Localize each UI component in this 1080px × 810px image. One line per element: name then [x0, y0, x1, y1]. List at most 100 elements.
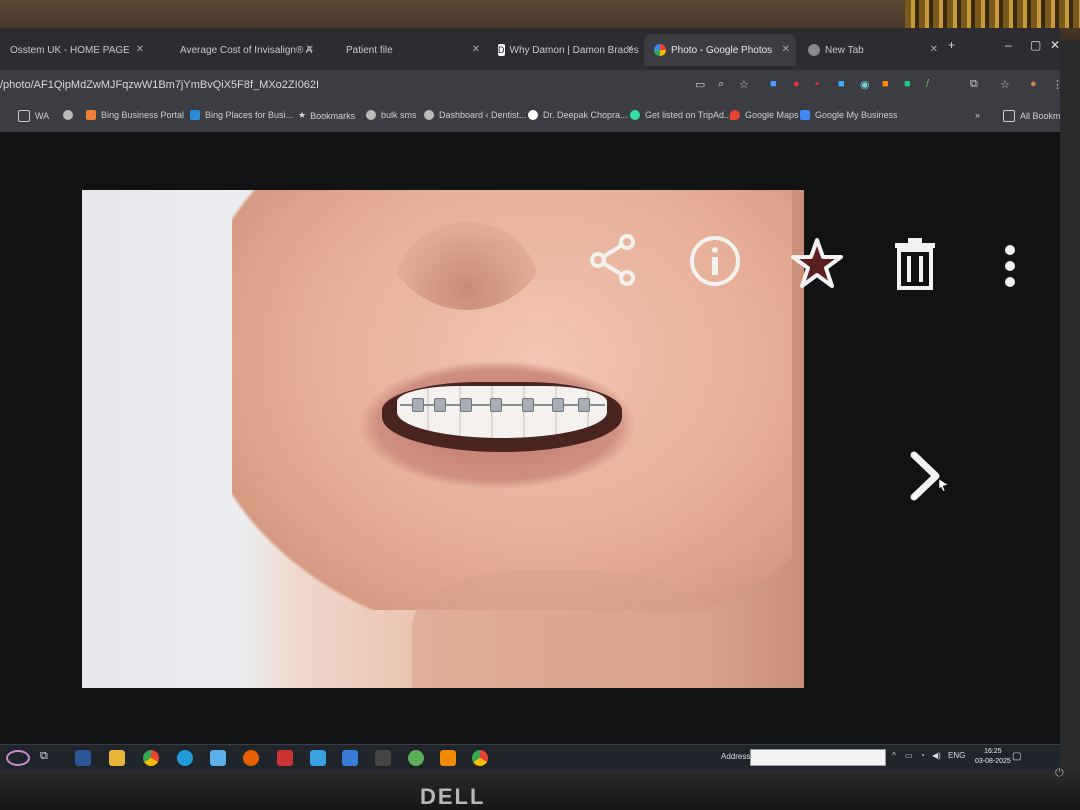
tab-label: Osstem UK - HOME PAGE [10, 44, 130, 56]
close-icon[interactable]: ✕ [930, 44, 938, 55]
file-explorer-icon[interactable] [109, 750, 125, 766]
taskbar-clock[interactable]: 16:25 03-08-2025 [975, 747, 1011, 767]
bing-icon [190, 110, 200, 120]
firefox-icon[interactable] [243, 750, 259, 766]
power-icon[interactable]: ⏻ [1055, 767, 1064, 780]
word-icon[interactable] [75, 750, 91, 766]
clock-time: 16:25 [984, 748, 1002, 755]
tab-google-photos[interactable]: Photo - Google Photos ✕ [644, 34, 796, 66]
folder-icon [1003, 110, 1015, 122]
profile-avatar-icon[interactable]: ● [1030, 78, 1037, 90]
cast-icon[interactable]: ▭ [695, 78, 705, 91]
bookmark-label: Bookmarks [310, 110, 356, 121]
bookmark-tripadvisor[interactable]: Get listed on TripAd... [630, 110, 732, 120]
close-icon[interactable]: ✕ [306, 44, 314, 55]
trash-icon[interactable] [892, 236, 938, 292]
language-indicator[interactable]: ENG [948, 751, 965, 760]
close-window-button[interactable]: ✕ [1050, 38, 1060, 52]
bookmark-dashboard[interactable]: Dashboard ‹ Dentist... [424, 110, 527, 120]
zoom-icon[interactable]: ⌕ [718, 78, 724, 91]
maximize-button[interactable]: ▢ [1030, 38, 1041, 52]
pinterest-extension-icon[interactable]: ● [793, 78, 800, 90]
brace-bracket [490, 398, 502, 412]
extension-icon[interactable]: ■ [838, 78, 845, 90]
chevron-up-icon[interactable]: ^ [892, 751, 896, 760]
tripadvisor-icon [630, 110, 640, 120]
share-icon[interactable] [588, 232, 638, 288]
bookmark-bing-places[interactable]: Bing Places for Busi... [190, 110, 293, 120]
network-icon[interactable]: ◔ [920, 751, 925, 760]
url-field[interactable]: /photo/AF1QipMdZwMJFqzwW1Bm7jYmBvQiX5F8f… [0, 79, 319, 91]
teeth [397, 386, 607, 438]
bookmarks-bar: WA Bing Business Portal Bing Places for … [0, 100, 1060, 133]
bookmark-star-icon[interactable]: ☆ [739, 78, 749, 91]
tab-label: Why Damon | Damon Braces [509, 44, 639, 56]
minimize-button[interactable]: – [1005, 38, 1012, 52]
bookmark-label: Bing Business Portal [101, 110, 185, 120]
all-bookmarks-button[interactable]: All Bookmarks [1003, 110, 1060, 122]
chrome-icon[interactable] [143, 750, 159, 766]
task-view-icon[interactable]: ⧉ [40, 750, 56, 766]
bookmark-wa[interactable]: WA [18, 110, 49, 122]
star-icon[interactable]: ☆ [1000, 78, 1010, 91]
close-icon[interactable]: ✕ [136, 44, 144, 55]
edge-icon[interactable] [177, 750, 193, 766]
bookmark-label: Google My Business [815, 110, 898, 120]
info-icon[interactable] [688, 234, 742, 288]
bookmark-google-maps[interactable]: Google Maps [730, 110, 799, 120]
brace-bracket [522, 398, 534, 412]
notification-icon[interactable]: ▢ [1012, 751, 1021, 762]
battery-icon[interactable]: ▭ [905, 751, 913, 760]
cortana-icon[interactable] [6, 750, 30, 766]
bookmark-deepak-chopra[interactable]: Dr. Deepak Chopra... [528, 110, 628, 120]
chrome-icon[interactable] [472, 750, 488, 766]
app-icon[interactable] [375, 750, 391, 766]
close-icon[interactable]: ✕ [472, 44, 480, 55]
google-icon [528, 110, 538, 120]
tab-why-damon[interactable]: D Why Damon | Damon Braces ✕ [488, 34, 640, 66]
app-icon[interactable] [342, 750, 358, 766]
extension-icon[interactable]: ■ [882, 78, 889, 90]
tab-patient-file[interactable]: Patient file ✕ [336, 34, 486, 66]
extensions-puzzle-icon[interactable]: ⧉ [970, 78, 978, 91]
close-icon[interactable]: ✕ [782, 44, 790, 55]
new-tab-button[interactable]: + [948, 38, 955, 52]
more-vert-icon[interactable] [996, 240, 1024, 292]
tab-osstem[interactable]: Osstem UK - HOME PAGE ✕ [0, 34, 150, 66]
dell-logo: DELL [420, 784, 486, 809]
bookmark-bookmarks[interactable]: ★ Bookmarks [298, 110, 355, 121]
app-icon[interactable] [277, 750, 293, 766]
app-icon[interactable] [210, 750, 226, 766]
brace-bracket [460, 398, 472, 412]
volume-icon[interactable]: ◀) [932, 751, 941, 760]
chrome-favicon-icon [808, 44, 820, 56]
bookmark-bing-business-portal[interactable]: Bing Business Portal [86, 110, 184, 120]
extension-icon[interactable]: • [815, 78, 819, 90]
bookmark-label: Google Maps [745, 110, 799, 120]
monitor-screen: Osstem UK - HOME PAGE ✕ Average Cost of … [0, 28, 1060, 770]
menu-dots-icon[interactable]: ⋮ [1052, 78, 1060, 91]
extension-icon[interactable]: ◉ [860, 78, 870, 91]
tab-new-tab[interactable]: New Tab ✕ [798, 34, 944, 66]
address-toolbar-input[interactable] [750, 749, 886, 766]
app-icon[interactable] [408, 750, 424, 766]
extension-icon[interactable]: / [926, 78, 929, 90]
star-icon: ★ [298, 110, 307, 120]
tab-invisalign[interactable]: Average Cost of Invisalign® A ✕ [170, 34, 320, 66]
extension-icon[interactable]: ■ [904, 78, 911, 90]
bookmark-google-my-business[interactable]: Google My Business [800, 110, 898, 120]
next-photo-button[interactable] [906, 450, 946, 502]
bookmark-bulk-sms[interactable]: bulk sms [366, 110, 417, 120]
chevron-right-icon[interactable]: » [975, 110, 980, 120]
gmb-icon [800, 110, 810, 120]
close-icon[interactable]: ✕ [626, 44, 634, 55]
extension-icon[interactable]: ■ [770, 78, 777, 90]
vlc-icon[interactable] [440, 750, 456, 766]
all-bookmarks-label: All Bookmarks [1020, 111, 1060, 121]
bookmark-globe[interactable] [63, 110, 78, 120]
google-photos-favicon-icon [654, 44, 666, 56]
bing-icon [86, 110, 96, 120]
app-icon[interactable] [310, 750, 326, 766]
monitor-bezel-bottom [0, 770, 1080, 810]
favorite-star-icon[interactable] [790, 236, 844, 290]
